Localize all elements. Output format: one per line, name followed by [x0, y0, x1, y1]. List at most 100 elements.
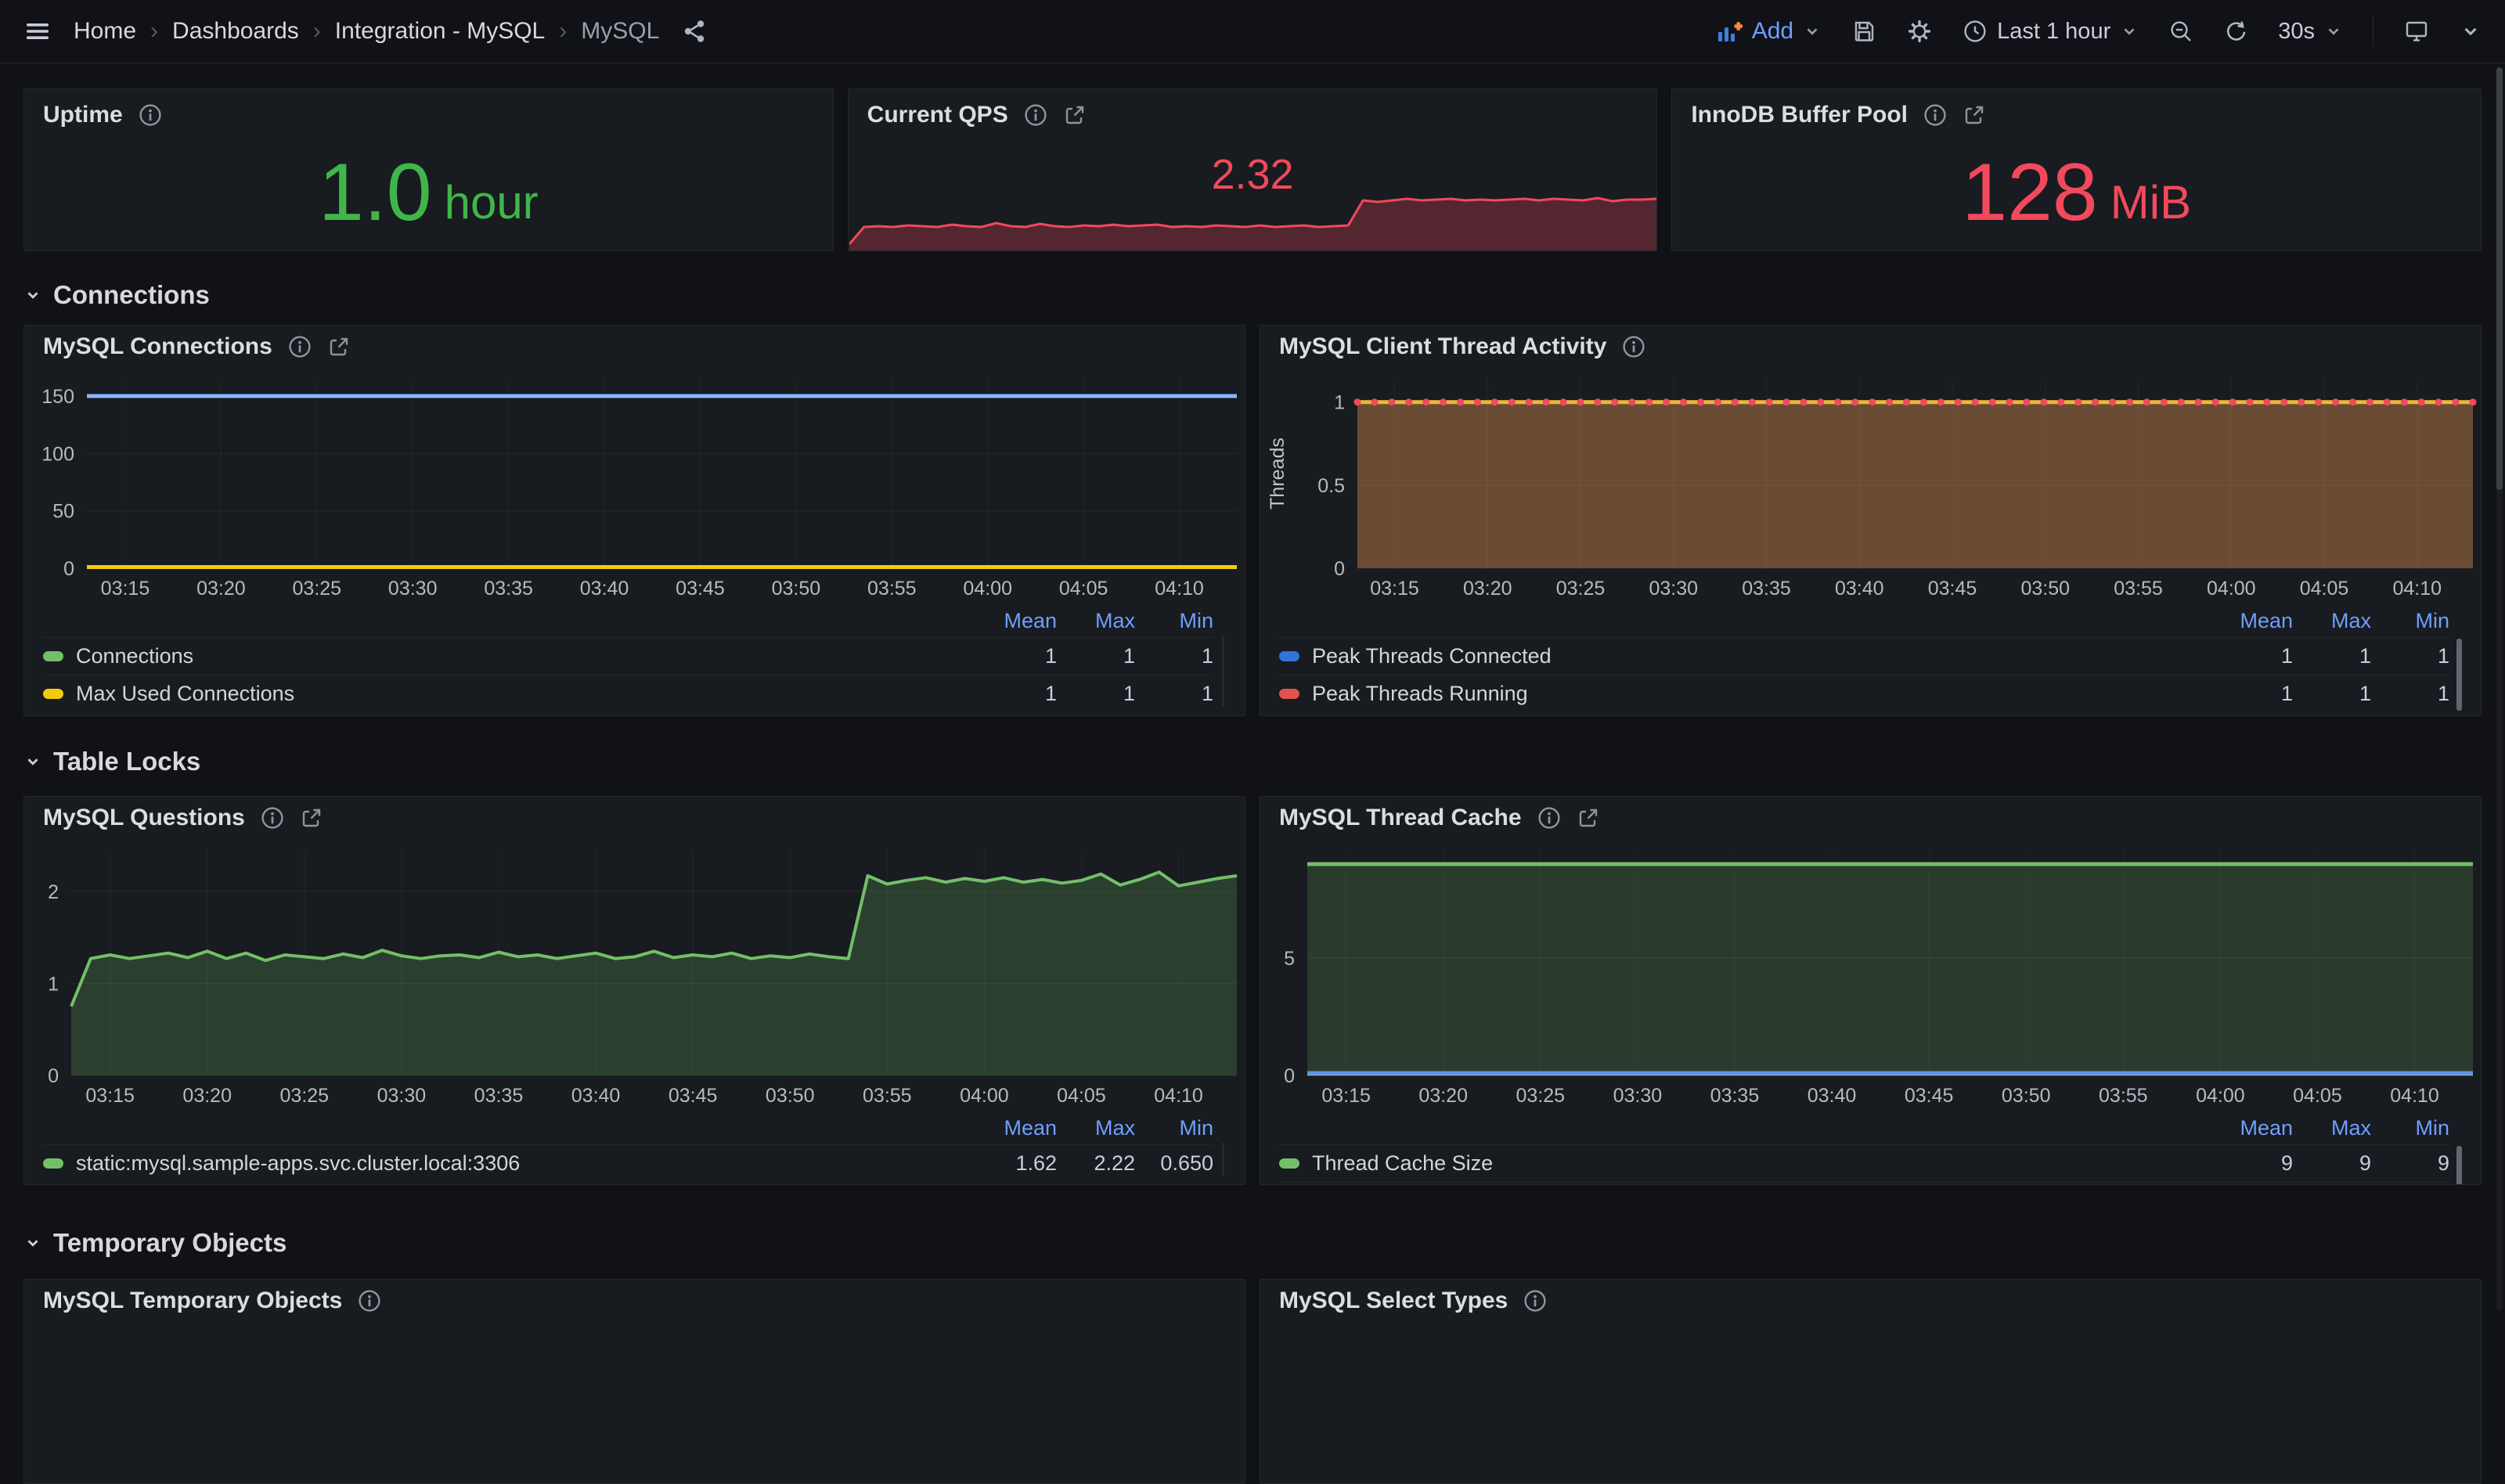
info-icon[interactable]: [1537, 806, 1561, 830]
breadcrumb-item-dashboards[interactable]: Dashboards: [172, 18, 299, 45]
legend-label[interactable]: static:mysql.sample-apps.svc.cluster.loc…: [76, 1151, 979, 1176]
svg-text:03:25: 03:25: [1556, 578, 1606, 600]
svg-text:03:30: 03:30: [377, 1085, 427, 1107]
page-scrollbar[interactable]: [2496, 67, 2503, 1310]
legend-swatch: [1279, 689, 1299, 699]
panel-title[interactable]: Current QPS: [867, 102, 1008, 128]
svg-text:03:15: 03:15: [101, 578, 150, 600]
panel-title[interactable]: MySQL Questions: [43, 805, 245, 831]
legend-scrollbar[interactable]: [2456, 639, 2462, 711]
info-icon[interactable]: [1923, 103, 1947, 127]
panel-uptime: Uptime 1.0 hour: [23, 88, 834, 251]
legend-scrollbar[interactable]: [1222, 1143, 1224, 1176]
panel-title[interactable]: MySQL Thread Cache: [1279, 805, 1522, 831]
chart-mysql-questions[interactable]: 03:1503:2003:2503:3003:3503:4003:4503:50…: [24, 839, 1245, 1111]
add-button[interactable]: Add: [1716, 18, 1822, 45]
panel-title[interactable]: MySQL Select Types: [1279, 1288, 1508, 1314]
svg-text:03:45: 03:45: [1905, 1085, 1954, 1107]
qps-value: 2.32: [849, 150, 1657, 199]
legend-row: Peak Threads Running 1 1 1: [1279, 675, 2449, 712]
legend-scrollbar[interactable]: [2456, 1146, 2462, 1185]
breadcrumb-item-integration-mysql[interactable]: Integration - MySQL: [335, 18, 545, 45]
section-header-table-locks[interactable]: Table Locks: [23, 746, 2482, 777]
scrollbar-thumb[interactable]: [2496, 67, 2503, 490]
legend-row: Max Used Connections 1 1 1: [43, 675, 1213, 712]
info-icon[interactable]: [288, 335, 312, 358]
zoom-out-button[interactable]: [2168, 19, 2193, 44]
panel-title[interactable]: Uptime: [43, 102, 123, 128]
section-header-temporary-objects[interactable]: Temporary Objects: [23, 1227, 2482, 1259]
nav-overflow-button[interactable]: [2460, 20, 2482, 42]
legend-header-max[interactable]: Max: [2293, 1116, 2371, 1140]
legend-value-mean: 1: [2215, 644, 2293, 668]
dashboard-settings-button[interactable]: [1906, 18, 1933, 45]
breadcrumb-item-home[interactable]: Home: [74, 18, 136, 45]
info-icon[interactable]: [261, 806, 284, 830]
svg-text:03:15: 03:15: [85, 1085, 135, 1107]
legend-value-min: 1: [2371, 682, 2449, 706]
chevron-down-icon: [23, 752, 42, 771]
svg-text:03:50: 03:50: [772, 578, 821, 600]
legend-header-mean[interactable]: Mean: [979, 1116, 1057, 1140]
legend-header-max[interactable]: Max: [1057, 1116, 1135, 1140]
external-link-icon[interactable]: [300, 806, 323, 830]
panel-title[interactable]: InnoDB Buffer Pool: [1691, 102, 1908, 128]
legend-header-min[interactable]: Min: [2371, 1116, 2449, 1140]
external-link-icon[interactable]: [1063, 103, 1087, 127]
svg-text:04:00: 04:00: [2207, 578, 2256, 600]
legend-header-mean[interactable]: Mean: [979, 609, 1057, 633]
stat-panels-row: Uptime 1.0 hour Current QPS 2.32 InnoDB …: [23, 88, 2482, 251]
svg-text:03:20: 03:20: [1418, 1085, 1468, 1107]
legend-label[interactable]: Peak Threads Connected: [1312, 644, 2215, 668]
panel-title[interactable]: MySQL Client Thread Activity: [1279, 333, 1606, 360]
legend-label[interactable]: Connections: [76, 644, 979, 668]
chart-mysql-connections[interactable]: 03:1503:2003:2503:3003:3503:4003:4503:50…: [24, 368, 1245, 604]
share-icon: [681, 18, 708, 45]
legend-label[interactable]: Max Used Connections: [76, 682, 979, 706]
legend: Mean Max Min static:mysql.sample-apps.sv…: [24, 1111, 1245, 1182]
panel-mysql-temporary-objects: MySQL Temporary Objects: [23, 1279, 1245, 1484]
external-link-icon[interactable]: [1577, 806, 1600, 830]
external-link-icon[interactable]: [1963, 103, 1986, 127]
save-dashboard-button[interactable]: [1851, 19, 1876, 44]
legend-header-min[interactable]: Min: [1135, 1116, 1213, 1140]
legend-label[interactable]: Peak Threads Running: [1312, 682, 2215, 706]
legend-label[interactable]: Thread Cache Size: [1312, 1151, 2215, 1176]
refresh-interval-dropdown[interactable]: 30s: [2278, 19, 2343, 45]
legend-header-mean[interactable]: Mean: [2215, 1116, 2293, 1140]
svg-text:04:05: 04:05: [2293, 1085, 2342, 1107]
menu-button[interactable]: [23, 17, 52, 45]
legend-header-max[interactable]: Max: [1057, 609, 1135, 633]
svg-text:03:45: 03:45: [676, 578, 725, 600]
section-header-connections[interactable]: Connections: [23, 279, 2482, 311]
svg-text:1: 1: [48, 973, 59, 995]
legend-header-min[interactable]: Min: [1135, 609, 1213, 633]
kiosk-mode-button[interactable]: [2403, 18, 2430, 45]
svg-text:03:30: 03:30: [388, 578, 438, 600]
info-icon[interactable]: [1523, 1289, 1547, 1313]
legend-header-mean[interactable]: Mean: [2215, 609, 2293, 633]
external-link-icon[interactable]: [327, 335, 351, 358]
legend-scrollbar[interactable]: [1222, 636, 1224, 706]
info-icon[interactable]: [358, 1289, 381, 1313]
chart-mysql-thread-cache[interactable]: 03:1503:2003:2503:3003:3503:4003:4503:50…: [1260, 839, 2481, 1111]
info-icon[interactable]: [1622, 335, 1645, 358]
time-range-picker[interactable]: Last 1 hour: [1963, 19, 2139, 45]
svg-text:03:50: 03:50: [2002, 1085, 2051, 1107]
panel-current-qps: Current QPS 2.32: [848, 88, 1658, 251]
legend-header-min[interactable]: Min: [2371, 609, 2449, 633]
info-icon[interactable]: [139, 103, 162, 127]
info-icon[interactable]: [1024, 103, 1047, 127]
svg-text:5: 5: [1284, 948, 1295, 970]
share-dashboard-button[interactable]: [681, 18, 708, 45]
svg-text:03:25: 03:25: [293, 578, 342, 600]
chart-mysql-client-thread-activity[interactable]: 03:1503:2003:2503:3003:3503:4003:4503:50…: [1260, 368, 2481, 604]
panel-title[interactable]: MySQL Temporary Objects: [43, 1288, 342, 1314]
refresh-button[interactable]: [2223, 19, 2248, 44]
svg-text:04:05: 04:05: [1059, 578, 1108, 600]
panel-title[interactable]: MySQL Connections: [43, 333, 272, 360]
svg-text:03:35: 03:35: [474, 1085, 524, 1107]
legend-header-max[interactable]: Max: [2293, 609, 2371, 633]
section-title: Connections: [53, 280, 210, 310]
add-button-label: Add: [1752, 18, 1793, 45]
